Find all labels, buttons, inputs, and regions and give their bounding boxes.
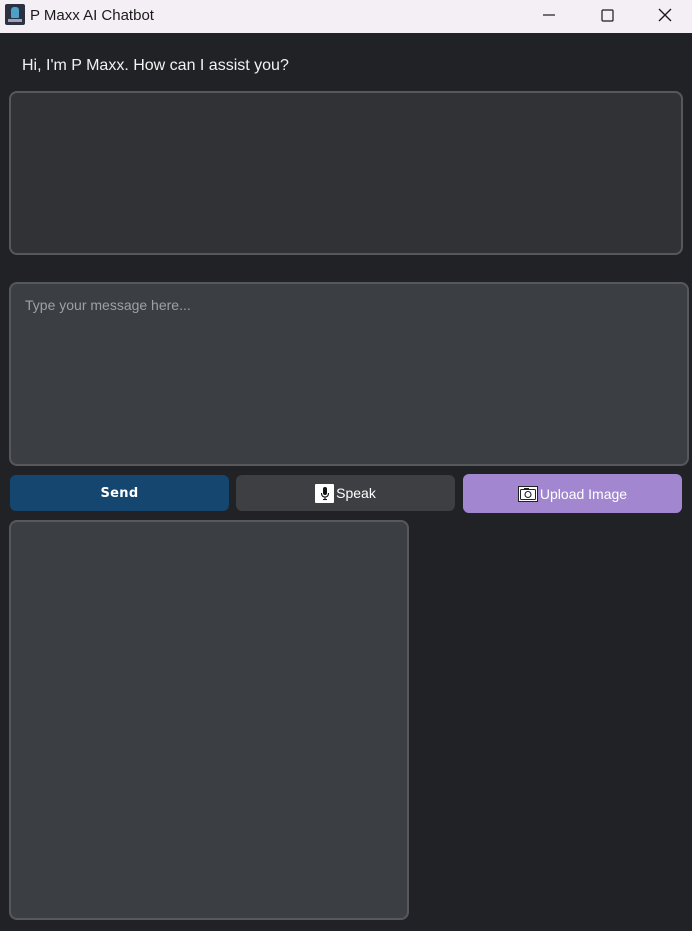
speak-button-label: Speak: [336, 485, 376, 501]
upload-image-button[interactable]: Upload Image: [463, 474, 682, 513]
maximize-button[interactable]: [584, 0, 630, 30]
close-icon: [658, 8, 672, 22]
maximize-icon: [600, 8, 614, 22]
upload-image-button-label: Upload Image: [539, 485, 628, 502]
app-window: P Maxx AI Chatbot Hi, I'm P Maxx. How ca…: [0, 0, 692, 931]
greeting-label: Hi, I'm P Maxx. How can I assist you?: [22, 57, 289, 74]
send-button-label: Send: [100, 485, 139, 501]
chat-response-area[interactable]: [9, 91, 683, 255]
message-input[interactable]: [9, 282, 689, 466]
minimize-icon: [543, 14, 555, 16]
app-logo-icon: [5, 4, 25, 25]
camera-icon: [517, 485, 538, 502]
minimize-button[interactable]: [526, 0, 572, 30]
window-title: P Maxx AI Chatbot: [30, 7, 154, 24]
title-bar: P Maxx AI Chatbot: [0, 0, 692, 33]
microphone-icon: [315, 483, 335, 503]
image-preview-area: [9, 520, 409, 920]
speak-button[interactable]: Speak: [236, 475, 455, 511]
send-button[interactable]: Send: [10, 475, 229, 511]
close-button[interactable]: [642, 0, 688, 30]
